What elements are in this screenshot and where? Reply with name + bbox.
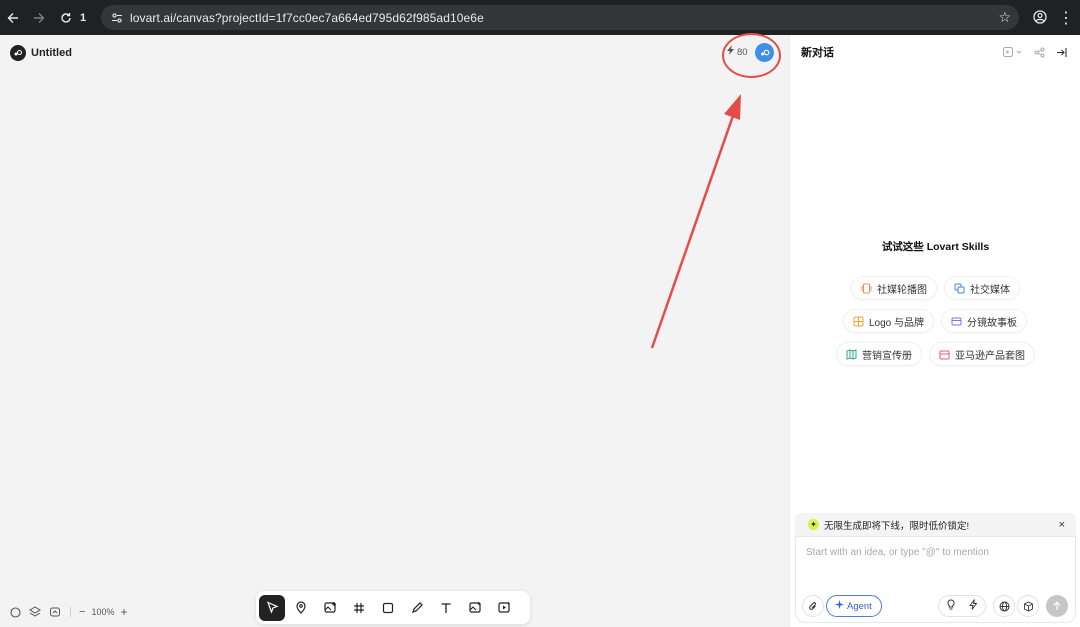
skill-label: 社交媒体 bbox=[970, 284, 1010, 296]
history-icon[interactable] bbox=[1002, 44, 1024, 60]
logo-brand-icon bbox=[853, 316, 864, 327]
image-generate-icon[interactable] bbox=[462, 595, 488, 621]
skill-chip-amazon[interactable]: 亚马逊产品套图 bbox=[929, 342, 1035, 366]
frame-hash-icon[interactable] bbox=[346, 595, 372, 621]
image-upload-icon[interactable] bbox=[317, 595, 343, 621]
zoom-level[interactable]: 100% bbox=[91, 607, 114, 617]
canvas-area[interactable]: Untitled 80 − 100% + bbox=[0, 33, 789, 627]
carousel-icon bbox=[861, 283, 872, 294]
brochure-icon bbox=[846, 348, 857, 360]
skill-label: 社媒轮播图 bbox=[877, 284, 927, 296]
skills-heading: 试试这些 Lovart Skills bbox=[881, 241, 990, 253]
skill-chip-storyboard[interactable]: 分镜故事板 bbox=[941, 309, 1027, 333]
browser-toolbar: 1 lovart.ai/canvas?projectId=1f7cc0ec7a6… bbox=[0, 0, 1080, 35]
tab-count[interactable]: 1 bbox=[80, 0, 86, 35]
skill-label: 亚马逊产品套图 bbox=[955, 350, 1025, 362]
annotation-circle bbox=[722, 33, 781, 78]
url-text[interactable]: lovart.ai/canvas?projectId=1f7cc0ec7a664… bbox=[130, 11, 484, 25]
star-icon[interactable]: ☆ bbox=[998, 5, 1011, 30]
chat-composer: Start with an idea, or type "@" to menti… bbox=[795, 536, 1076, 623]
skill-chip-brochure[interactable]: 营销宣传册 bbox=[836, 342, 922, 366]
send-button[interactable] bbox=[1046, 595, 1068, 617]
forward-arrow-icon[interactable] bbox=[26, 0, 52, 35]
site-info-icon[interactable] bbox=[105, 5, 129, 30]
promo-banner: ✦ 无限生成即将下线，限时低价锁定! × bbox=[795, 513, 1076, 536]
profile-icon[interactable] bbox=[1030, 7, 1050, 27]
sparkle-icon: ✦ bbox=[808, 519, 819, 530]
globe-icon[interactable] bbox=[993, 595, 1015, 617]
agent-button[interactable]: Agent bbox=[826, 595, 882, 617]
rectangle-icon[interactable] bbox=[375, 595, 401, 621]
address-bar[interactable]: lovart.ai/canvas?projectId=1f7cc0ec7a664… bbox=[101, 5, 1019, 30]
layers-icon[interactable] bbox=[28, 605, 42, 619]
canvas-toolbar bbox=[256, 591, 530, 624]
more-vert-icon[interactable]: ⋮ bbox=[1058, 0, 1074, 35]
skill-label: 营销宣传册 bbox=[862, 350, 912, 362]
store-icon bbox=[939, 349, 950, 360]
divider bbox=[70, 607, 71, 617]
attach-icon[interactable] bbox=[802, 595, 824, 617]
lightbulb-icon[interactable] bbox=[946, 597, 956, 615]
chat-panel: 新对话 试试这些 Lovart Skills 社媒轮播图 社交媒体 Logo 与… bbox=[789, 35, 1080, 627]
agent-label: Agent bbox=[847, 600, 872, 612]
circle-icon[interactable] bbox=[8, 605, 22, 619]
skill-label: Logo 与品牌 bbox=[869, 317, 925, 329]
back-arrow-icon[interactable] bbox=[0, 0, 26, 35]
cube-icon[interactable] bbox=[1017, 595, 1039, 617]
annotation-arrow bbox=[650, 94, 741, 349]
social-media-icon bbox=[954, 283, 965, 294]
mode-toggle bbox=[938, 595, 986, 617]
select-cursor-icon[interactable] bbox=[259, 594, 285, 621]
pin-icon[interactable] bbox=[288, 595, 314, 621]
text-icon[interactable] bbox=[433, 595, 459, 621]
panel-header-actions bbox=[1002, 44, 1068, 60]
panel-title: 新对话 bbox=[801, 47, 834, 59]
promo-text[interactable]: 无限生成即将下线，限时低价锁定! bbox=[824, 518, 969, 532]
zoom-in-button[interactable]: + bbox=[120, 605, 127, 619]
assets-icon[interactable] bbox=[48, 605, 62, 619]
storyboard-icon bbox=[951, 316, 962, 327]
pen-icon[interactable] bbox=[404, 595, 430, 621]
reload-icon[interactable] bbox=[53, 0, 79, 35]
lightning-icon[interactable] bbox=[969, 597, 978, 615]
video-generate-icon[interactable] bbox=[491, 595, 517, 621]
skill-chip-social[interactable]: 社交媒体 bbox=[944, 276, 1020, 300]
skill-label: 分镜故事板 bbox=[967, 317, 1017, 329]
collapse-panel-icon[interactable] bbox=[1055, 44, 1068, 60]
skill-chip-carousel[interactable]: 社媒轮播图 bbox=[851, 276, 937, 300]
project-title[interactable]: Untitled bbox=[31, 45, 72, 61]
skill-chip-logo[interactable]: Logo 与品牌 bbox=[843, 309, 935, 333]
lovart-logo-icon[interactable] bbox=[10, 45, 26, 61]
close-icon[interactable]: × bbox=[1059, 513, 1065, 536]
sparkle-icon bbox=[835, 600, 844, 612]
chat-input[interactable]: Start with an idea, or type "@" to menti… bbox=[806, 547, 989, 558]
canvas-bottom-controls: − 100% + bbox=[8, 605, 127, 619]
zoom-out-button[interactable]: − bbox=[79, 606, 85, 618]
share-icon[interactable] bbox=[1033, 44, 1046, 60]
